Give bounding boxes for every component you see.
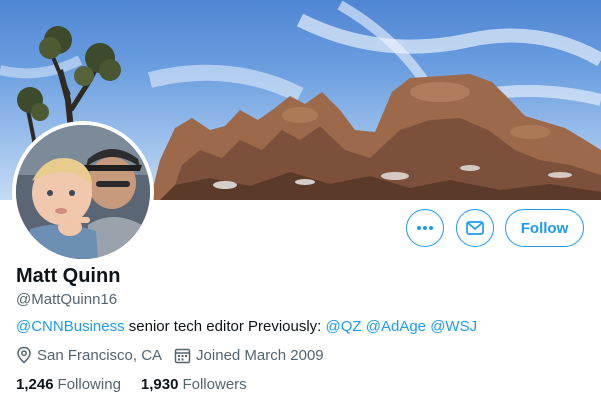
followers-count: 1,930 bbox=[140, 376, 179, 393]
follow-button[interactable]: Follow bbox=[505, 209, 584, 247]
avatar-photo bbox=[16, 125, 150, 259]
bio-mention-adage[interactable]: @AdAge bbox=[366, 318, 426, 335]
bio-mention-qz[interactable]: @QZ bbox=[326, 318, 362, 335]
mail-icon bbox=[466, 221, 484, 235]
calendar-icon bbox=[174, 348, 191, 363]
message-button[interactable] bbox=[456, 209, 494, 247]
bio: @CNNBusiness senior tech editor Previous… bbox=[16, 318, 477, 335]
following-link[interactable]: 1,246 Following bbox=[16, 376, 121, 393]
display-name: Matt Quinn bbox=[16, 265, 121, 287]
user-handle: @MattQuinn16 bbox=[16, 291, 118, 308]
followers-label: Followers bbox=[182, 376, 247, 393]
bio-text: senior tech editor Previously: bbox=[124, 318, 326, 335]
more-button[interactable] bbox=[406, 209, 444, 247]
location-text: San Francisco, CA bbox=[37, 346, 163, 364]
following-count: 1,246 bbox=[16, 376, 54, 393]
followers-link[interactable]: 1,930 Followers bbox=[141, 376, 247, 393]
bio-mention-cnnbusiness[interactable]: @CNNBusiness bbox=[16, 318, 125, 335]
bio-mention-wsj[interactable]: @WSJ bbox=[430, 318, 477, 335]
following-label: Following bbox=[57, 376, 121, 393]
joined-date: Joined March 2009 bbox=[174, 347, 324, 364]
location-pin-icon bbox=[17, 346, 31, 364]
profile-meta: San Francisco, CA Joined March 2009 bbox=[16, 346, 324, 364]
location: San Francisco, CA bbox=[16, 346, 162, 364]
avatar[interactable] bbox=[12, 121, 154, 263]
more-icon bbox=[417, 226, 433, 230]
joined-text: Joined March 2009 bbox=[196, 346, 324, 364]
follow-stats: 1,246 Following 1,930 Followers bbox=[16, 376, 247, 393]
